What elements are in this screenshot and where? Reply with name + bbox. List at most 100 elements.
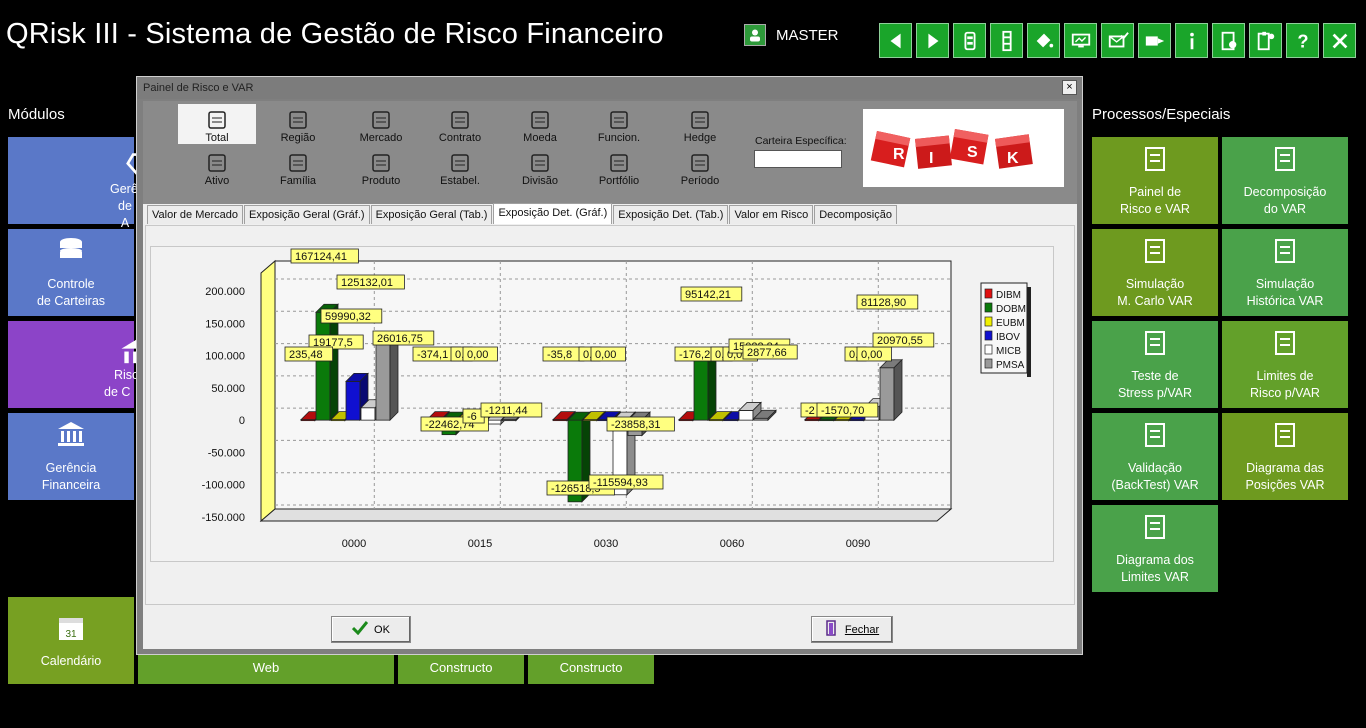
- data-label: -1211,44: [485, 405, 528, 417]
- filter-divis-o[interactable]: Divisão: [501, 147, 579, 187]
- filter-label: Divisão: [521, 175, 559, 187]
- data-label: -35,8: [547, 349, 572, 361]
- data-label: 0,00: [595, 349, 616, 361]
- tab-7[interactable]: Decomposição: [814, 205, 897, 224]
- filter-label: Família: [279, 175, 317, 187]
- mail-forward-icon[interactable]: [1138, 23, 1171, 58]
- filter-panel: Total Região Mercado Contrato Moeda Funcion. H…: [143, 101, 1077, 204]
- chart-frame: 200.000 150.000 100.000 50.000 0 -50.000 -100.…: [150, 246, 1054, 562]
- module-tile-controle-carteiras[interactable]: Controle de Carteiras: [8, 229, 134, 316]
- filter-regi-o[interactable]: Região: [259, 104, 337, 144]
- ok-button[interactable]: OK: [331, 616, 411, 643]
- filter-fam-lia[interactable]: Família: [259, 147, 337, 187]
- door-exit-icon: [825, 620, 839, 639]
- tab-3[interactable]: Exposição Geral (Tab.): [370, 205, 493, 224]
- chart-left-wall: [260, 259, 276, 523]
- document-search-icon: [1269, 143, 1301, 184]
- tab-5[interactable]: Exposição Det. (Tab.): [613, 205, 729, 224]
- forward-icon[interactable]: [916, 23, 949, 58]
- user-box: MASTER: [744, 24, 839, 46]
- filter-icon: [607, 152, 631, 174]
- back-icon[interactable]: [879, 23, 912, 58]
- x-tick-label: 0030: [594, 538, 618, 550]
- svg-text:31: 31: [65, 629, 77, 640]
- user-name: MASTER: [776, 26, 839, 44]
- module-tile-gerencia-financeira[interactable]: Gerência Financeira: [8, 413, 134, 500]
- tile-label: Risco p/VAR: [1250, 386, 1320, 400]
- film-icon[interactable]: [953, 23, 986, 58]
- data-label: 95142,21: [685, 289, 731, 301]
- chef-icon: [1139, 327, 1171, 368]
- bar-side-pmsa-0090: [893, 358, 903, 422]
- legend-swatch-dobm: [984, 302, 993, 313]
- fechar-button[interactable]: Fechar: [811, 616, 893, 643]
- document-settings-icon[interactable]: [1212, 23, 1245, 58]
- process-tile-5[interactable]: Teste de Stress p/VAR: [1092, 321, 1218, 408]
- help-icon[interactable]: ?: [1286, 23, 1319, 58]
- filter-contrato[interactable]: Contrato: [421, 104, 499, 144]
- data-label: -2: [805, 405, 815, 417]
- process-tile-7[interactable]: Validação (BackTest) VAR: [1092, 413, 1218, 500]
- module-tile-risco[interactable]: Risc de C: [8, 321, 151, 408]
- x-tick-label: 0090: [846, 538, 870, 550]
- calendar-icon: 31: [55, 612, 87, 653]
- process-tile-8[interactable]: Diagrama das Posições VAR: [1222, 413, 1348, 500]
- bar-micb-0000: [360, 407, 376, 421]
- process-tile-2[interactable]: Decomposição do VAR: [1222, 137, 1348, 224]
- filter-ativo[interactable]: Ativo: [178, 147, 256, 187]
- monitor-icon[interactable]: [1064, 23, 1097, 58]
- tile-label: Stress p/VAR: [1117, 386, 1193, 400]
- filter-icon: [369, 109, 393, 131]
- module-tile-calendario[interactable]: 31 Calendário: [8, 597, 134, 684]
- close-icon[interactable]: [1323, 23, 1356, 58]
- ok-label: OK: [374, 623, 390, 636]
- paint-bucket-icon[interactable]: [1027, 23, 1060, 58]
- filter-label: Período: [680, 175, 720, 187]
- tab-4[interactable]: Exposição Det. (Gráf.): [493, 203, 613, 224]
- mail-check-icon[interactable]: [1101, 23, 1134, 58]
- tile-label: Histórica VAR: [1246, 294, 1324, 308]
- dialog-close-button[interactable]: ×: [1062, 80, 1077, 95]
- film-strip-icon[interactable]: [990, 23, 1023, 58]
- legend-label-dibm: DIBM: [996, 290, 1021, 301]
- carteira-input[interactable]: [754, 150, 842, 168]
- process-tile-1[interactable]: Painel de Risco e VAR: [1092, 137, 1218, 224]
- check-icon: [351, 621, 369, 638]
- filter-funcion-[interactable]: Funcion.: [580, 104, 658, 144]
- filter-portf-lio[interactable]: Portfólio: [580, 147, 658, 187]
- filter-label: Produto: [361, 175, 401, 187]
- data-label: 167124,41: [295, 251, 347, 263]
- filter-icon: [448, 109, 472, 131]
- x-tick-label: 0060: [720, 538, 744, 550]
- tab-6[interactable]: Valor em Risco: [729, 205, 814, 224]
- filter-produto[interactable]: Produto: [342, 147, 420, 187]
- process-tile-6[interactable]: Limites de Risco p/VAR: [1222, 321, 1348, 408]
- filter-total[interactable]: Total: [178, 104, 256, 144]
- filter-hedge[interactable]: Hedge: [661, 104, 739, 144]
- filter-estabel-[interactable]: Estabel.: [421, 147, 499, 187]
- filter-mercado[interactable]: Mercado: [342, 104, 420, 144]
- filter-moeda[interactable]: Moeda: [501, 104, 579, 144]
- document-clipboard-icon[interactable]: [1249, 23, 1282, 58]
- dialog-button-bar: OK Fechar: [143, 609, 1077, 649]
- svg-text:?: ?: [1297, 30, 1308, 51]
- legend-label-eubm: EUBM: [996, 318, 1025, 329]
- bottom-tile-web[interactable]: Web: [138, 650, 394, 684]
- tab-1[interactable]: Valor de Mercado: [147, 205, 244, 224]
- tab-2[interactable]: Exposição Geral (Gráf.): [244, 205, 370, 224]
- filter-per-odo[interactable]: Período: [661, 147, 739, 187]
- y-tick-label: 50.000: [211, 383, 245, 395]
- filter-label: Mercado: [359, 132, 403, 144]
- module-tile-gerencia-ativos[interactable]: Gerê de A: [8, 137, 158, 230]
- process-tile-9[interactable]: Diagrama dos Limites VAR: [1092, 505, 1218, 592]
- tile-label: Diagrama das: [1246, 461, 1324, 475]
- process-tile-3[interactable]: Simulação M. Carlo VAR: [1092, 229, 1218, 316]
- dialog-title: Painel de Risco e VAR: [143, 82, 254, 94]
- bottom-tile-constructo-1[interactable]: Constructo: [398, 650, 524, 684]
- info-icon[interactable]: [1175, 23, 1208, 58]
- bottom-tile-constructo-2[interactable]: Constructo: [528, 650, 654, 684]
- process-tile-4[interactable]: Simulação Histórica VAR: [1222, 229, 1348, 316]
- filter-icon: [286, 109, 310, 131]
- risk-letter: S: [967, 144, 978, 161]
- user-icon: [744, 24, 766, 46]
